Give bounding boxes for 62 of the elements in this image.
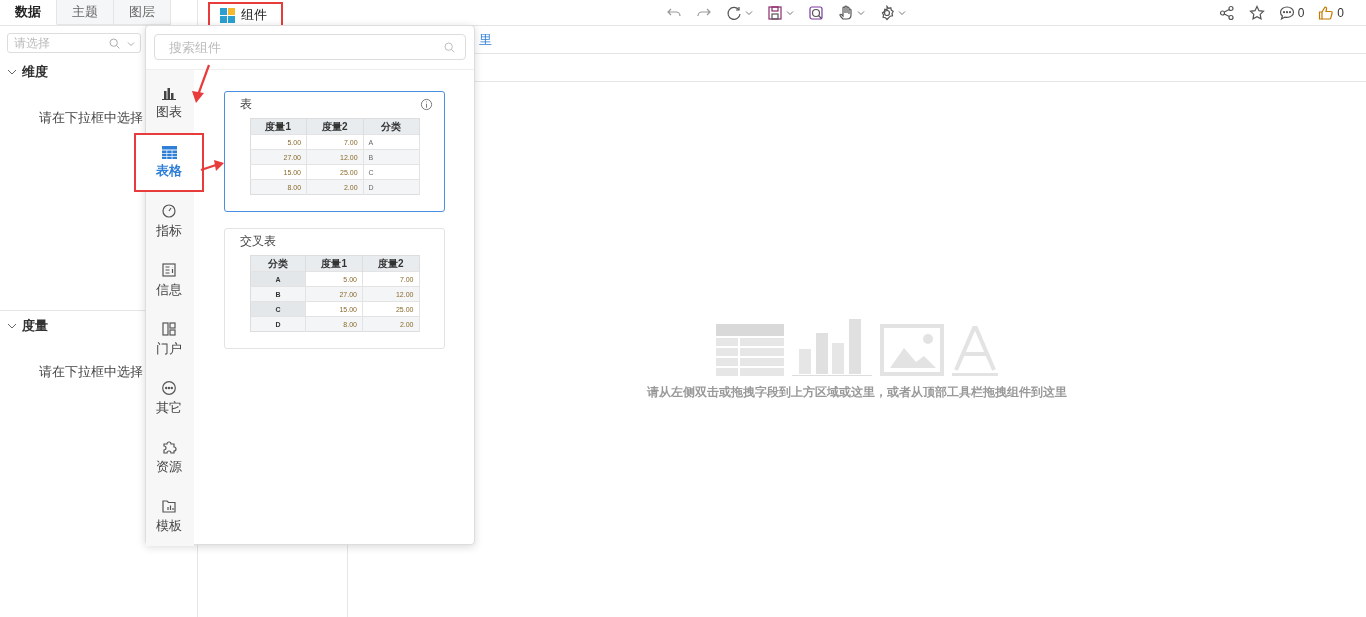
preview-button[interactable] <box>807 4 824 21</box>
puzzle-icon <box>161 439 177 455</box>
column-header: 分类 <box>363 118 419 135</box>
info-panel-icon <box>161 262 177 278</box>
caret-icon <box>744 9 753 16</box>
empty-state-message: 请从左侧双击或拖拽字段到上方区域或这里，或者从顶部工具栏拖拽组件到这里 <box>647 384 1067 401</box>
caret-icon <box>897 9 906 16</box>
search-icon <box>443 41 456 54</box>
category-item[interactable]: 模板 <box>134 487 204 546</box>
category-item[interactable]: 资源 <box>134 428 204 487</box>
column-header: 度量1 <box>305 255 363 272</box>
panel-tab[interactable]: 主题 <box>57 0 114 25</box>
caret-icon <box>856 9 865 16</box>
folder-chart-icon <box>161 498 177 514</box>
section-title: 度量 <box>22 317 48 335</box>
table-icon <box>161 145 177 159</box>
count-label: 0 <box>1337 5 1344 20</box>
grid-icon <box>220 7 235 23</box>
count-label: 0 <box>1297 5 1305 20</box>
chevron-down-icon[interactable] <box>7 321 17 331</box>
text-placeholder-icon <box>952 326 998 376</box>
category-item[interactable]: 信息 <box>134 251 204 310</box>
chevron-down-icon[interactable] <box>7 67 17 77</box>
column-header: 度量1 <box>250 118 307 135</box>
column-header: 度量2 <box>362 255 419 272</box>
field-select[interactable]: 请选择 <box>7 33 141 53</box>
bar-chart-icon <box>162 86 176 100</box>
section-title: 维度 <box>22 63 48 81</box>
category-item[interactable]: 表格 <box>134 133 204 192</box>
card-title: 表 <box>240 95 252 113</box>
card-title: 交叉表 <box>240 232 276 250</box>
column-header: 分类 <box>250 255 306 272</box>
caret-icon <box>127 40 135 47</box>
category-item[interactable]: 指标 <box>134 192 204 251</box>
share-icon <box>1218 4 1235 21</box>
hand-button[interactable] <box>837 4 865 21</box>
search-field[interactable]: 搜索组件 <box>154 34 466 60</box>
thumbs-up-icon <box>1318 4 1335 21</box>
panel-tab[interactable]: 图层 <box>114 0 171 25</box>
save-icon <box>766 4 783 21</box>
refresh-button[interactable] <box>725 4 753 21</box>
tab-label[interactable]: 里 <box>479 30 492 49</box>
refresh-icon <box>725 4 742 21</box>
gauge-icon <box>161 203 177 219</box>
more-icon <box>161 380 177 396</box>
hand-icon <box>837 4 854 21</box>
layout-icon <box>161 321 177 337</box>
bar-chart-placeholder-icon <box>792 319 872 376</box>
column-header: 度量2 <box>306 118 364 135</box>
info-icon <box>420 97 433 111</box>
comment-icon <box>1278 4 1295 21</box>
hint-text: 请在下拉框中选择 <box>39 363 143 381</box>
save-button[interactable] <box>766 4 794 21</box>
caret-icon <box>785 9 794 16</box>
component-tab[interactable]: 组件 <box>208 2 283 28</box>
annotation-arrow <box>200 160 224 172</box>
preview-icon <box>807 4 824 21</box>
search-icon <box>108 37 121 50</box>
star-icon <box>1248 4 1265 21</box>
table-placeholder-icon <box>716 324 784 376</box>
image-placeholder-icon <box>880 324 944 376</box>
hint-text: 请在下拉框中选择 <box>39 109 143 127</box>
